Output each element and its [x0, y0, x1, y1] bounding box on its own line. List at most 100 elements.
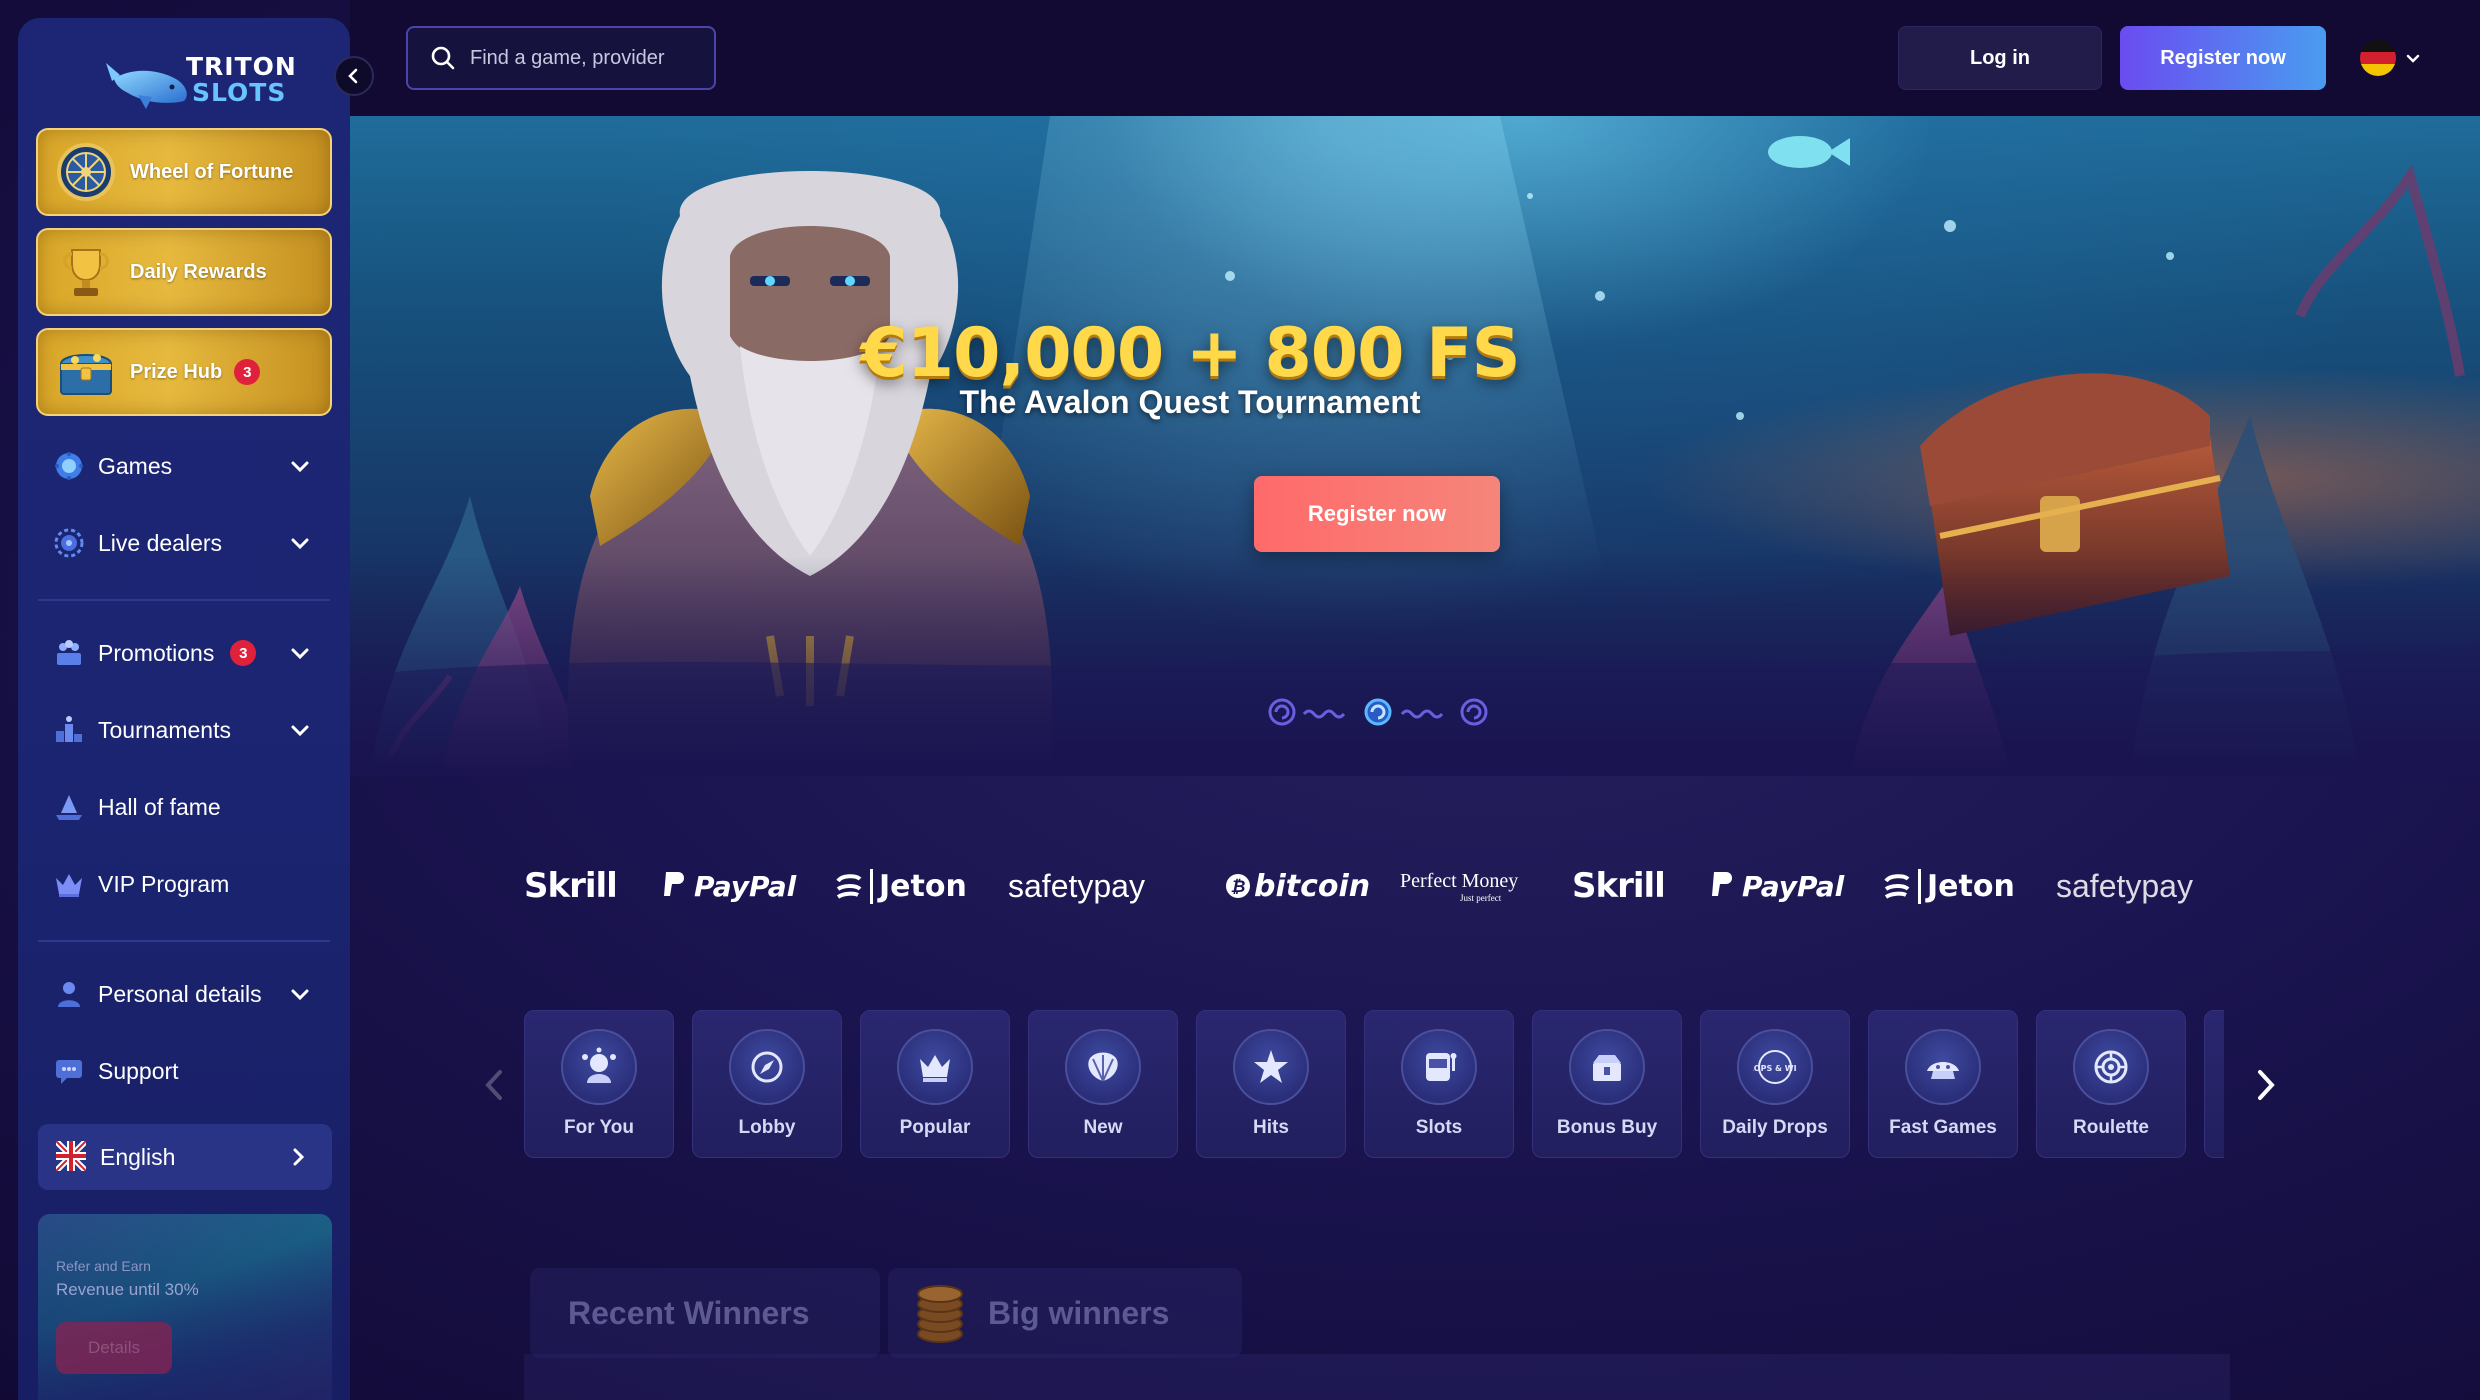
bitcoin-icon: ₿: [1226, 874, 1250, 898]
jeton-icon: [1884, 874, 1910, 899]
chevron-left-icon: [345, 67, 363, 85]
top-header: Log in Register now: [350, 0, 2480, 116]
category-tile-for-you[interactable]: For You: [524, 1010, 674, 1158]
register-button[interactable]: Register now: [2120, 26, 2326, 90]
category-tile-popular[interactable]: Popular: [860, 1010, 1010, 1158]
daily-drops-icon: DROPS & WINS: [1737, 1029, 1813, 1105]
sidebar-divider: [38, 940, 330, 942]
sidebar-item-label: Tournaments: [98, 716, 231, 743]
treasure-chest-icon: [54, 340, 118, 404]
category-label: Lobby: [738, 1117, 796, 1138]
sidebar-item-personal-details[interactable]: Personal details: [36, 964, 332, 1024]
category-label: Roulette: [2073, 1117, 2149, 1138]
payment-logo-safetypay: safetypay: [1008, 867, 1145, 904]
category-tile-hits[interactable]: Hits: [1196, 1010, 1346, 1158]
category-label: New: [1083, 1117, 1123, 1138]
sidebar-collapse-button[interactable]: [334, 56, 374, 96]
category-tile-bonus-buy[interactable]: Bonus Buy: [1532, 1010, 1682, 1158]
category-prev-arrow-icon[interactable]: [482, 1068, 508, 1102]
tab-recent-winners[interactable]: Recent Winners: [530, 1268, 880, 1358]
prize-hub-badge: 3: [234, 359, 261, 385]
category-row: For You Lobby Popular New Hits Slots Bon…: [524, 1010, 2224, 1158]
sidebar-item-label: Promotions: [98, 639, 215, 666]
category-tile-new[interactable]: New: [1028, 1010, 1178, 1158]
games-icon: [52, 449, 86, 483]
refer-card[interactable]: Refer and Earn Revenue until 30% Details: [38, 1214, 332, 1400]
refer-subtitle: Revenue until 30%: [56, 1280, 199, 1299]
sidebar-item-games[interactable]: Games: [36, 436, 332, 496]
promo-card-label: Daily Rewards: [130, 260, 267, 283]
winners-list-strip: [524, 1354, 2230, 1400]
category-label: Bonus Buy: [1556, 1117, 1658, 1138]
sidebar-item-promotions[interactable]: Promotions 3: [36, 623, 332, 683]
refer-title: Refer and Earn: [56, 1258, 151, 1274]
search-box[interactable]: [406, 26, 716, 90]
chevron-down-icon: [288, 718, 312, 747]
login-button[interactable]: Log in: [1898, 26, 2102, 90]
de-flag-icon: [2360, 40, 2396, 76]
bonus-buy-icon: [1569, 1029, 1645, 1105]
category-tile-roulette[interactable]: Roulette: [2036, 1010, 2186, 1158]
payment-logo-perfect-money: Perfect Money Just perfect: [1400, 856, 1518, 916]
crown-icon: [897, 1029, 973, 1105]
user-icon: [52, 977, 86, 1011]
tab-big-winners[interactable]: Big winners: [888, 1268, 1242, 1358]
promotions-icon: [52, 636, 86, 670]
category-tile-slots[interactable]: Slots: [1364, 1010, 1514, 1158]
hero-banner[interactable]: €10,000 + 800 FS The Avalon Quest Tourna…: [350, 116, 2480, 776]
prize-hub-card[interactable]: Prize Hub 3: [36, 328, 332, 416]
language-selector[interactable]: English: [38, 1124, 332, 1190]
starfish-icon: [1233, 1029, 1309, 1105]
sidebar-item-label: Live dealers: [98, 529, 223, 556]
svg-text:₿: ₿: [1231, 877, 1246, 897]
hero-register-button[interactable]: Register now: [1254, 476, 1500, 552]
sidebar-item-hall-of-fame[interactable]: Hall of fame: [36, 777, 332, 837]
wheel-of-fortune-card[interactable]: Wheel of Fortune: [36, 128, 332, 216]
sidebar-item-live-dealers[interactable]: Live dealers: [36, 513, 332, 573]
category-next-arrow-icon[interactable]: [2252, 1068, 2278, 1102]
payment-logo-skrill: Skrill: [524, 866, 618, 906]
live-dealers-icon: [52, 526, 86, 560]
search-input[interactable]: [470, 46, 680, 70]
hall-of-fame-icon: [52, 790, 86, 824]
sidebar-item-label: Support: [98, 1057, 179, 1084]
logo[interactable]: TRITON SLOTS: [98, 40, 318, 120]
chevron-down-icon: [288, 641, 312, 670]
tab-label: Big winners: [988, 1294, 1170, 1331]
sidebar-item-vip-program[interactable]: VIP Program: [36, 854, 332, 914]
payment-logo-jeton: Jeton: [834, 856, 967, 916]
sidebar-item-tournaments[interactable]: Tournaments: [36, 700, 332, 760]
refer-details-button[interactable]: Details: [56, 1322, 172, 1374]
promo-card-label: Wheel of Fortune: [130, 160, 294, 183]
hero-fade: [350, 556, 2480, 776]
sidebar-item-label: VIP Program: [98, 870, 230, 897]
payment-logo-safetypay: safetypay: [2056, 867, 2193, 904]
perfect-money-tagline: Just perfect: [1460, 892, 1502, 903]
category-label: Fast Games: [1889, 1117, 1997, 1138]
category-label: Hits: [1253, 1117, 1289, 1138]
payment-logo-label: PayPal: [1742, 869, 1845, 903]
for-you-icon: [561, 1029, 637, 1105]
daily-rewards-card[interactable]: Daily Rewards: [36, 228, 332, 316]
language-dropdown[interactable]: [2360, 38, 2440, 78]
chevron-down-icon: [288, 531, 312, 560]
paypal-icon: [1712, 872, 1732, 896]
payment-logo-label: Jeton: [870, 868, 967, 904]
category-tile-daily-drops[interactable]: DROPS & WINS Daily Drops: [1700, 1010, 1850, 1158]
trophy-icon: [54, 240, 118, 304]
sidebar: TRITON SLOTS Wheel of Fortune Daily Rewa…: [18, 18, 350, 1400]
category-tile-lobby[interactable]: Lobby: [692, 1010, 842, 1158]
search-icon: [430, 45, 456, 71]
uk-flag-icon: [56, 1141, 88, 1173]
payment-logo-label: Perfect Money: [1400, 869, 1519, 892]
sidebar-item-label: Hall of fame: [98, 793, 221, 820]
chevron-right-icon: [286, 1145, 310, 1174]
category-tile-fast-games[interactable]: Fast Games: [1868, 1010, 2018, 1158]
sidebar-item-support[interactable]: Support: [36, 1041, 332, 1101]
payment-methods-strip: Skrill PayPal Jeton safetypay ₿ bitcoin …: [520, 856, 2220, 916]
category-tile-partial[interactable]: [2204, 1010, 2224, 1158]
promo-card-label: Prize Hub: [130, 360, 223, 383]
language-label: English: [100, 1143, 176, 1170]
hero-title: €10,000 + 800 FS: [860, 314, 1520, 393]
payment-logo-paypal: PayPal: [660, 856, 796, 916]
